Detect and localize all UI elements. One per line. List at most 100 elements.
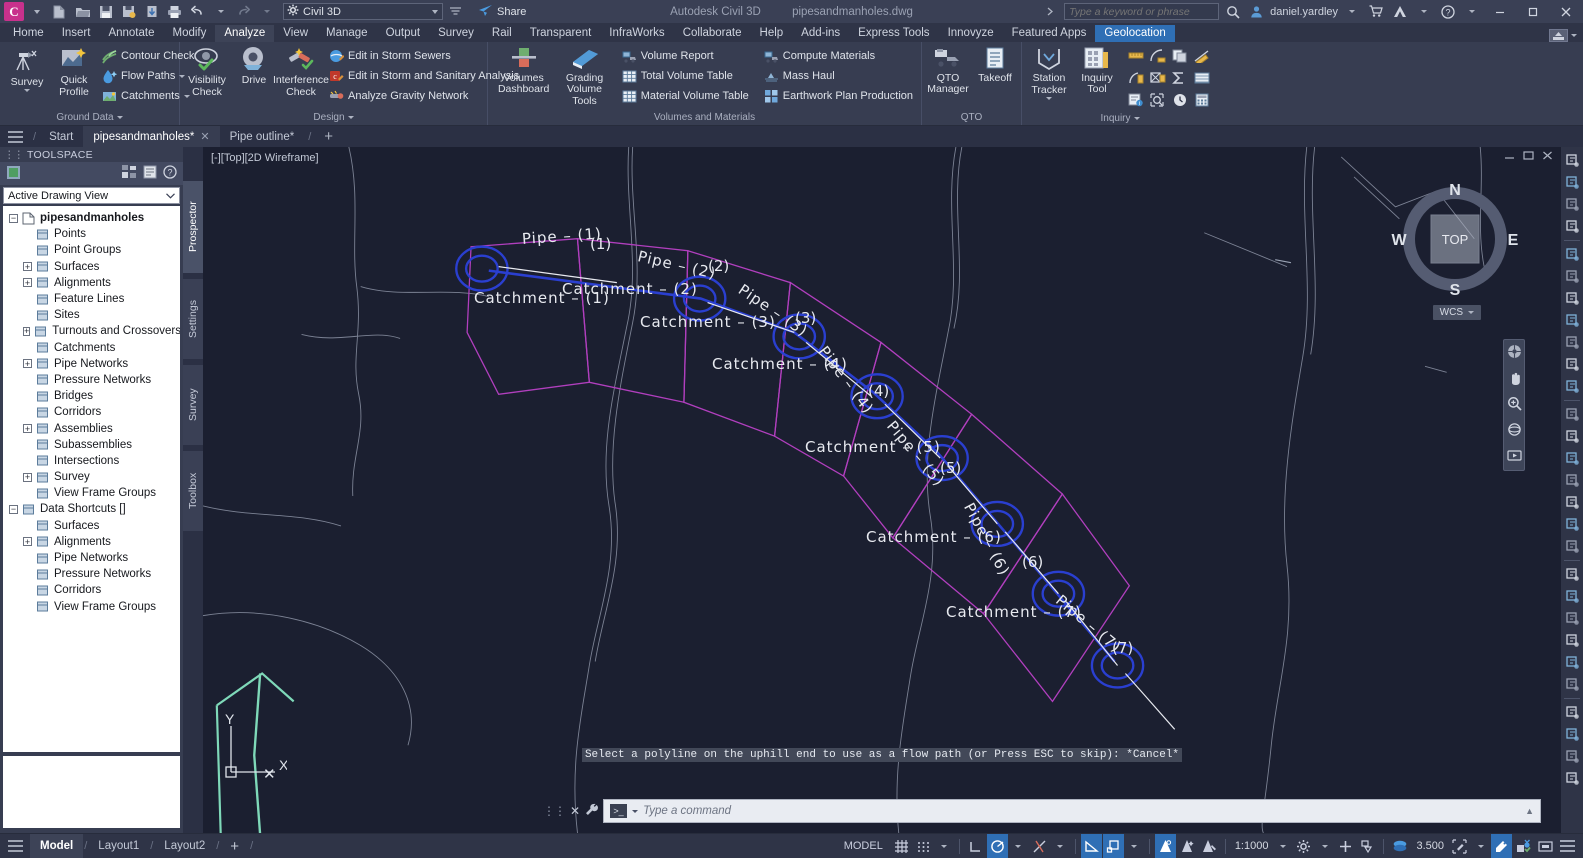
open-icon[interactable] [72,2,93,21]
customization-menu-icon[interactable] [1557,834,1578,858]
view-cube[interactable]: TOP N E S W [1391,173,1519,301]
ribbon-tab-add-ins[interactable]: Add-ins [792,25,849,42]
station-tracker-button[interactable]: Station Tracker [1027,45,1071,101]
layout-tab-layout2[interactable]: Layout2 [154,834,215,858]
minimize-button[interactable] [1485,0,1515,23]
tree-item-pressure-networks[interactable]: Pressure Networks [3,372,180,388]
drawing-canvas[interactable]: Pipe – (1) Pipe – (2) Pipe – (3) Pipe – (4)… [203,147,1561,833]
transparency-level-icon[interactable] [1449,834,1470,858]
item-view-icon[interactable] [143,165,157,182]
tree-item-alignments[interactable]: + Alignments [3,534,180,550]
point-group-icon[interactable] [1562,332,1582,353]
viewport-minimize-icon[interactable] [1504,151,1515,163]
layer-isolate-icon[interactable] [1562,172,1582,193]
save-as-icon[interactable] [118,2,139,21]
list-icon[interactable] [1191,67,1213,89]
redo-dropdown-icon[interactable] [256,2,277,21]
toolbox-icon[interactable] [1562,702,1582,723]
zoom-extents-icon[interactable] [1507,396,1522,414]
chevron-down-icon[interactable] [166,190,175,202]
panel-title-volumes-and-materials[interactable]: Volumes and Materials [488,110,921,125]
toolspace-tab-prospector[interactable]: Prospector [183,181,203,273]
panel-layout-icon[interactable] [122,165,137,182]
compute-materials-button[interactable]: Compute Materials [761,46,916,66]
alignment-icon[interactable] [1562,492,1582,513]
export-icon[interactable] [1562,746,1582,767]
wcs-selector[interactable]: WCS [1432,305,1481,320]
help-icon[interactable]: ? [163,165,177,182]
expand-icon[interactable]: + [23,424,32,434]
point-edit-icon[interactable] [1562,354,1582,375]
file-tab-start[interactable]: Start [39,126,83,147]
object-snap-dropdown-icon[interactable] [1125,834,1144,858]
civil-annotation-scale-value[interactable]: 3.500 [1412,840,1448,852]
tree-item-surfaces[interactable]: Surfaces [3,518,180,534]
tree-item-pipesandmanholes[interactable]: − pipesandmanholes [3,210,180,226]
user-name[interactable]: daniel.yardley [1270,6,1338,18]
grid-display-toggle[interactable] [891,834,912,858]
dynamic-ucs-toggle[interactable] [1102,833,1124,858]
annotation-visibility-toggle[interactable] [1199,834,1220,858]
surface-grid-icon[interactable] [1562,244,1582,265]
showmotion-icon[interactable] [1506,448,1522,466]
search-icon[interactable] [1222,2,1243,21]
zoom-area-icon[interactable] [1147,89,1169,111]
report-icon[interactable] [1562,652,1582,673]
undo-dropdown-icon[interactable] [210,2,231,21]
tree-item-catchments[interactable]: Catchments [3,340,180,356]
grading-volume-tools-button[interactable]: Grading Volume Tools [557,45,611,108]
viewport-close-icon[interactable] [1542,151,1553,163]
tree-item-sites[interactable]: Sites [3,307,180,323]
save-icon[interactable] [95,2,116,21]
ribbon-tab-modify[interactable]: Modify [164,25,216,42]
slope-icon[interactable] [1191,45,1213,67]
ribbon-tab-express-tools[interactable]: Express Tools [849,25,938,42]
interference-check-button[interactable]: Interference Check [273,45,329,99]
qat-customize-icon[interactable] [445,2,466,21]
ribbon-tab-featured-apps[interactable]: Featured Apps [1003,25,1096,42]
layer-icon[interactable] [1562,150,1582,171]
globe-surface-icon[interactable] [1562,266,1582,287]
panel-expand-chevron-icon[interactable] [347,116,354,119]
inquiry-tool-button[interactable]: Inquiry Tool [1074,45,1120,96]
transparency-toggle[interactable] [1154,833,1176,858]
file-tab-close-icon[interactable]: ✕ [200,130,209,143]
corridor-icon[interactable] [1562,514,1582,535]
ribbon-tab-analyze[interactable]: Analyze [215,25,275,42]
command-history-chevron-icon[interactable] [632,809,639,813]
catchment-tool-icon[interactable] [1562,564,1582,585]
pipe-network-icon[interactable] [1562,536,1582,557]
add-point-icon[interactable] [1562,310,1582,331]
toolspace-tab-settings[interactable]: Settings [183,279,203,359]
file-tabs-menu-icon[interactable] [0,126,30,147]
workspace-selector[interactable]: Civil 3D [283,3,443,20]
tree-item-pipe-networks[interactable]: + Pipe Networks [3,356,180,372]
ribbon-tab-infraworks[interactable]: InfraWorks [600,25,673,42]
undo-icon[interactable] [187,2,208,21]
tree-item-corridors[interactable]: Corridors [3,404,180,420]
ribbon-tab-home[interactable]: Home [4,25,53,42]
ribbon-tab-insert[interactable]: Insert [53,25,100,42]
mass-haul-button[interactable]: Mass Haul [761,66,916,86]
select-similar-icon[interactable] [1562,194,1582,215]
tree-item-pressure-networks[interactable]: Pressure Networks [3,566,180,582]
panel-title-inquiry[interactable]: Inquiry [1022,111,1218,125]
expand-icon[interactable]: + [23,278,32,288]
snap-mode-dropdown-icon[interactable] [935,834,954,858]
panel-title-qto[interactable]: QTO [922,110,1021,125]
arc-length-icon[interactable] [1125,67,1147,89]
new-file-tab-button[interactable]: + [315,126,342,147]
redo-icon[interactable] [233,2,254,21]
steering-wheel-icon[interactable] [1507,344,1522,362]
print-icon[interactable] [164,2,185,21]
cart-icon[interactable] [1365,2,1386,21]
qto-manager-button[interactable]: QTO Manager [926,45,970,96]
command-line-close-icon[interactable]: ✕ [570,804,580,818]
annotation-scale-value[interactable]: 1:1000 [1231,840,1273,852]
prospector-tree[interactable]: − pipesandmanholes Points Point Groups + Surf… [3,206,180,752]
user-chevron-down-icon[interactable] [1341,2,1362,21]
sum-icon[interactable] [1169,67,1191,89]
geolocation-icon[interactable] [1562,288,1582,309]
collapse-icon[interactable]: − [9,504,18,514]
radius-icon[interactable] [1147,45,1169,67]
